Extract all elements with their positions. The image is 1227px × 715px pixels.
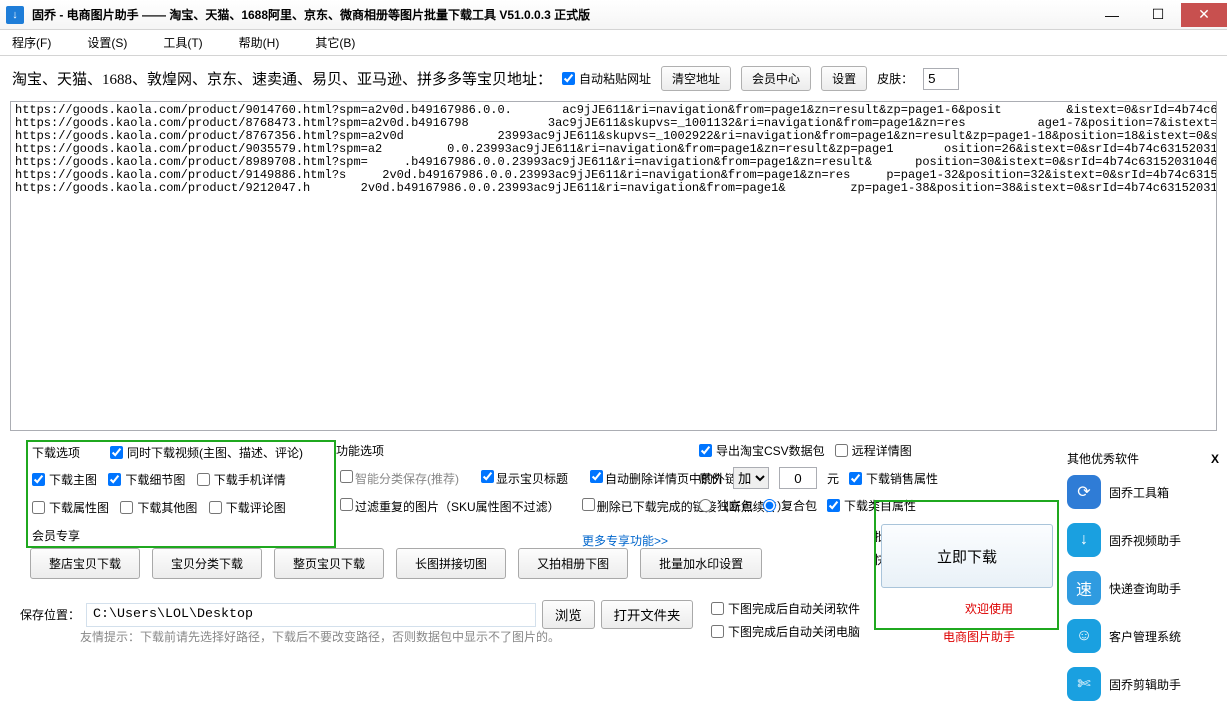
clip-icon: ✄ [1067, 667, 1101, 701]
menu-other[interactable]: 其它(B) [315, 34, 355, 51]
btn-watermark[interactable]: 批量加水印设置 [640, 548, 762, 579]
menu-program[interactable]: 程序(F) [12, 34, 51, 51]
chk-remote-detail[interactable]: 远程详情图 [835, 442, 912, 459]
clear-address-button[interactable]: 清空地址 [661, 66, 731, 91]
more-features-link[interactable]: 更多专享功能>> [582, 532, 668, 549]
url-textarea[interactable]: https://goods.kaola.com/product/9014760.… [10, 101, 1217, 431]
express-icon: 速 [1067, 571, 1101, 605]
other-software-panel: 其他优秀软件 X ⟳固乔工具箱 ↓固乔视频助手 速快递查询助手 ☺客户管理系统 … [1063, 450, 1223, 715]
minimize-button[interactable]: — [1089, 3, 1135, 27]
skin-label: 皮肤： [877, 70, 913, 87]
yuan-label: 元 [827, 470, 839, 487]
soft-item-express[interactable]: 速快递查询助手 [1063, 571, 1223, 605]
btn-category-dl[interactable]: 宝贝分类下载 [152, 548, 262, 579]
settings-button[interactable]: 设置 [821, 66, 867, 91]
btn-whole-page-dl[interactable]: 整页宝贝下载 [274, 548, 384, 579]
menu-tools[interactable]: 工具(T) [163, 34, 202, 51]
top-row: 淘宝、天猫、1688、敦煌网、京东、速卖通、易贝、亚马逊、拼多多等宝贝地址： 自… [0, 56, 1227, 97]
member-center-button[interactable]: 会员中心 [741, 66, 811, 91]
chk-close-soft[interactable]: 下图完成后自动关闭软件 [711, 600, 871, 617]
btn-whole-shop-dl[interactable]: 整店宝贝下载 [30, 548, 140, 579]
save-label: 保存位置： [20, 606, 80, 623]
titlebar: ↓ 固乔 - 电商图片助手 —— 淘宝、天猫、1688阿里、京东、微商相册等图片… [0, 0, 1227, 30]
chk-detail-img[interactable]: 下载细节图 [108, 471, 185, 488]
chk-comment-img[interactable]: 下载评论图 [209, 499, 286, 516]
window-title: 固乔 - 电商图片助手 —— 淘宝、天猫、1688阿里、京东、微商相册等图片批量… [32, 6, 590, 23]
open-folder-button[interactable]: 打开文件夹 [601, 600, 694, 629]
save-path-row: 保存位置： 浏览 打开文件夹 [20, 600, 693, 629]
chk-download-video[interactable]: 同时下载视频(主图、描述、评论) [110, 444, 303, 461]
chk-export-csv[interactable]: 导出淘宝CSV数据包 [699, 442, 825, 459]
price-value-input[interactable] [779, 467, 817, 489]
chk-close-pc[interactable]: 下图完成后自动关闭电脑 [711, 623, 871, 640]
chk-filter-dup[interactable]: 过滤重复的图片（SKU属性图不过滤） [340, 498, 560, 515]
dl-options-header: 下载选项 [32, 444, 80, 461]
skin-spinner[interactable] [923, 68, 959, 90]
radio-indep[interactable]: 独立包 [699, 497, 753, 514]
toolbox-icon: ⟳ [1067, 475, 1101, 509]
download-now-button[interactable]: 立即下载 [881, 524, 1053, 588]
soft-item-video[interactable]: ↓固乔视频助手 [1063, 523, 1223, 557]
func-options-header: 功能选项 [336, 442, 384, 459]
btn-youpai-dl[interactable]: 又拍相册下图 [518, 548, 628, 579]
member-only-label: 会员专享 [32, 527, 80, 544]
after-dl-panel: 下图完成后自动关闭软件 下图完成后自动关闭电脑 [711, 600, 871, 646]
chk-show-title[interactable]: 显示宝贝标题 [481, 470, 568, 487]
soft-item-crm[interactable]: ☺客户管理系统 [1063, 619, 1223, 653]
soft-item-toolbox[interactable]: ⟳固乔工具箱 [1063, 475, 1223, 509]
chk-dl-sale-attr[interactable]: 下载销售属性 [849, 470, 938, 487]
crm-icon: ☺ [1067, 619, 1101, 653]
close-button[interactable]: ✕ [1181, 3, 1227, 27]
save-hint: 友情提示：下载前请先选择好路径，下载后不要改变路径，否则数据包中显示不了图片的。 [80, 628, 560, 645]
marketplace-label: 淘宝、天猫、1688、敦煌网、京东、速卖通、易贝、亚马逊、拼多多等宝贝地址： [12, 68, 552, 89]
chk-mobile-detail[interactable]: 下载手机详情 [197, 471, 286, 488]
orig-price-label: 原价 [699, 470, 723, 487]
chk-other-img[interactable]: 下载其他图 [120, 499, 197, 516]
menu-help[interactable]: 帮助(H) [239, 34, 280, 51]
video-icon: ↓ [1067, 523, 1101, 557]
other-software-header: 其他优秀软件 [1067, 450, 1139, 467]
chk-smart-save[interactable]: 智能分类保存(推荐) [340, 470, 459, 487]
menu-bar: 程序(F) 设置(S) 工具(T) 帮助(H) 其它(B) [0, 30, 1227, 56]
radio-comp[interactable]: 复合包 [763, 497, 817, 514]
btn-long-img-cut[interactable]: 长图拼接切图 [396, 548, 506, 579]
soft-item-clip[interactable]: ✄固乔剪辑助手 [1063, 667, 1223, 701]
main-button-row: 整店宝贝下载 宝贝分类下载 整页宝贝下载 长图拼接切图 又拍相册下图 批量加水印… [30, 548, 762, 579]
chk-attr-img[interactable]: 下载属性图 [32, 499, 109, 516]
other-software-close[interactable]: X [1211, 452, 1219, 466]
save-path-input[interactable] [86, 603, 536, 627]
auto-paste-checkbox[interactable]: 自动粘贴网址 [562, 70, 651, 87]
brand-label: 电商图片助手 [943, 628, 1015, 645]
maximize-button[interactable]: ☐ [1135, 3, 1181, 27]
welcome-label: 欢迎使用 [965, 600, 1013, 617]
browse-button[interactable]: 浏览 [542, 600, 595, 629]
menu-settings[interactable]: 设置(S) [87, 34, 127, 51]
app-icon: ↓ [6, 6, 24, 24]
chk-main-img[interactable]: 下载主图 [32, 471, 97, 488]
download-options-panel: 下载选项 同时下载视频(主图、描述、评论) 下载主图 下载细节图 下载手机详情 … [26, 440, 336, 548]
price-op-select[interactable]: 加 [733, 467, 769, 489]
